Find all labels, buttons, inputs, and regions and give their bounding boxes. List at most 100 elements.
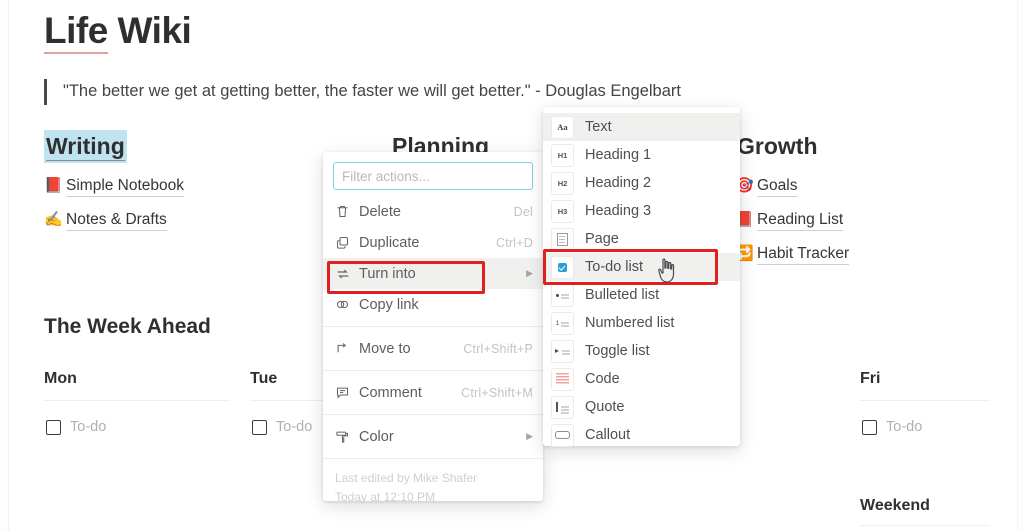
block-context-menu: Delete Del Duplicate Ctrl+D Turn into ▶ … bbox=[323, 152, 543, 504]
list-item[interactable]: 📕 Reading List bbox=[735, 209, 985, 231]
menu-item-label: Color bbox=[359, 428, 394, 445]
submenu-item-label: Numbered list bbox=[585, 315, 675, 331]
quote-text: "The better we get at getting better, th… bbox=[63, 82, 681, 100]
checkbox[interactable] bbox=[862, 419, 877, 435]
todo-item-mon[interactable]: To-do bbox=[46, 419, 106, 435]
submenu-item-label: Code bbox=[585, 371, 620, 387]
filter-actions-input[interactable] bbox=[333, 162, 533, 190]
last-edited-timestamp: Today at 12:10 PM bbox=[335, 490, 436, 504]
todo-placeholder-label: To-do bbox=[70, 419, 107, 435]
submenu-item-label: Toggle list bbox=[585, 343, 650, 359]
submenu-item-code[interactable]: Code bbox=[543, 365, 740, 393]
day-heading-mon: Mon bbox=[44, 370, 77, 387]
heading-2-icon: H2 bbox=[551, 171, 574, 195]
submenu-item-label: Text bbox=[585, 119, 612, 135]
column-heading-growth[interactable]: Growth bbox=[735, 130, 820, 163]
page-icon bbox=[551, 227, 574, 251]
menu-item-copy-link[interactable]: Copy link bbox=[323, 289, 543, 320]
menu-item-turn-into[interactable]: Turn into ▶ bbox=[323, 258, 543, 289]
menu-item-shortcut: Ctrl+Shift+P bbox=[463, 341, 533, 356]
page-link-label[interactable]: Notes & Drafts bbox=[66, 210, 167, 231]
list-item[interactable]: 📕 Simple Notebook bbox=[44, 175, 334, 197]
menu-item-label: Move to bbox=[359, 340, 411, 357]
submenu-item-heading-2[interactable]: H2 Heading 2 bbox=[543, 169, 740, 197]
menu-item-label: Duplicate bbox=[359, 234, 420, 251]
turn-into-submenu: Aa Text H1 Heading 1 H2 Heading 2 H3 Hea… bbox=[543, 107, 740, 449]
submenu-item-label: Heading 3 bbox=[585, 203, 652, 219]
menu-divider bbox=[323, 370, 543, 371]
paint-roller-icon bbox=[335, 429, 359, 444]
todo-item-tue[interactable]: To-do bbox=[252, 419, 312, 435]
page-link-label[interactable]: Reading List bbox=[757, 210, 844, 231]
filter-actions-wrapper bbox=[323, 152, 543, 196]
quote-block: "The better we get at getting better, th… bbox=[44, 78, 681, 105]
submenu-item-quote[interactable]: Quote bbox=[543, 393, 740, 421]
last-edited-by: Last edited by Mike Shafer bbox=[335, 471, 478, 485]
day-heading-tue: Tue bbox=[250, 370, 278, 387]
todo-item-fri[interactable]: To-do bbox=[862, 419, 922, 435]
quote-bar bbox=[44, 79, 47, 105]
submenu-item-heading-3[interactable]: H3 Heading 3 bbox=[543, 197, 740, 225]
submenu-item-label: To-do list bbox=[585, 259, 644, 275]
list-item[interactable]: 🔁 Habit Tracker bbox=[735, 243, 985, 265]
page-link-label[interactable]: Habit Tracker bbox=[757, 244, 850, 265]
list-item[interactable]: ✍️ Notes & Drafts bbox=[44, 209, 334, 231]
numbered-list-icon: 1 bbox=[551, 311, 574, 335]
submenu-item-numbered-list[interactable]: 1 Numbered list bbox=[543, 309, 740, 337]
checkbox[interactable] bbox=[252, 419, 267, 435]
list-item[interactable]: 🎯 Goals bbox=[735, 175, 985, 197]
link-icon bbox=[335, 297, 359, 312]
page-title-rest: Wiki bbox=[107, 10, 192, 51]
page-link-label[interactable]: Simple Notebook bbox=[66, 176, 185, 197]
submenu-item-label: Heading 1 bbox=[585, 147, 652, 163]
menu-divider bbox=[323, 414, 543, 415]
menu-item-delete[interactable]: Delete Del bbox=[323, 196, 543, 227]
menu-item-label: Delete bbox=[359, 203, 401, 220]
week-ahead-heading: The Week Ahead bbox=[44, 315, 211, 338]
menu-item-move-to[interactable]: Move to Ctrl+Shift+P bbox=[323, 333, 543, 364]
weekend-heading: Weekend bbox=[860, 497, 930, 514]
page-right-gutter bbox=[1017, 0, 1024, 531]
move-to-icon bbox=[335, 341, 359, 356]
menu-item-shortcut: Ctrl+D bbox=[496, 235, 533, 250]
page-title: Life Wiki bbox=[44, 10, 192, 54]
turn-into-icon bbox=[335, 266, 359, 282]
menu-item-duplicate[interactable]: Duplicate Ctrl+D bbox=[323, 227, 543, 258]
mouse-cursor-pointer bbox=[657, 258, 677, 289]
submenu-item-heading-1[interactable]: H1 Heading 1 bbox=[543, 141, 740, 169]
page-title-first-word: Life bbox=[44, 10, 108, 54]
quote-icon bbox=[551, 395, 574, 419]
submenu-item-toggle-list[interactable]: Toggle list bbox=[543, 337, 740, 365]
todo-list-icon bbox=[551, 255, 574, 279]
menu-item-color[interactable]: Color ▶ bbox=[323, 421, 543, 452]
code-icon bbox=[551, 367, 574, 391]
day-heading-fri: Fri bbox=[860, 370, 881, 387]
heading-3-icon: H3 bbox=[551, 199, 574, 223]
submenu-item-callout[interactable]: Callout bbox=[543, 421, 740, 449]
column-writing: Writing 📕 Simple Notebook ✍️ Notes & Dra… bbox=[44, 130, 334, 231]
checkbox[interactable] bbox=[46, 419, 61, 435]
writing-hand-emoji: ✍️ bbox=[44, 211, 63, 228]
submenu-item-text[interactable]: Aa Text bbox=[543, 113, 740, 141]
bulleted-list-icon bbox=[551, 283, 574, 307]
comment-icon bbox=[335, 385, 359, 400]
chevron-right-icon: ▶ bbox=[526, 268, 533, 278]
submenu-item-page[interactable]: Page bbox=[543, 225, 740, 253]
submenu-item-to-do-list[interactable]: To-do list bbox=[543, 253, 740, 281]
menu-item-label: Copy link bbox=[359, 296, 419, 313]
day-divider bbox=[860, 400, 990, 401]
menu-item-shortcut: Del bbox=[513, 204, 533, 219]
day-divider bbox=[250, 400, 325, 401]
submenu-item-label: Callout bbox=[585, 427, 631, 443]
menu-item-comment[interactable]: Comment Ctrl+Shift+M bbox=[323, 377, 543, 408]
day-divider bbox=[44, 400, 230, 401]
page-link-label[interactable]: Goals bbox=[757, 176, 798, 197]
menu-divider bbox=[323, 326, 543, 327]
submenu-item-label: Page bbox=[585, 231, 619, 247]
menu-item-shortcut: Ctrl+Shift+M bbox=[461, 385, 533, 400]
duplicate-icon bbox=[335, 235, 359, 250]
menu-item-label: Comment bbox=[359, 384, 422, 401]
column-heading-writing[interactable]: Writing bbox=[44, 130, 127, 163]
page-left-gutter bbox=[0, 0, 9, 531]
submenu-item-bulleted-list[interactable]: Bulleted list bbox=[543, 281, 740, 309]
